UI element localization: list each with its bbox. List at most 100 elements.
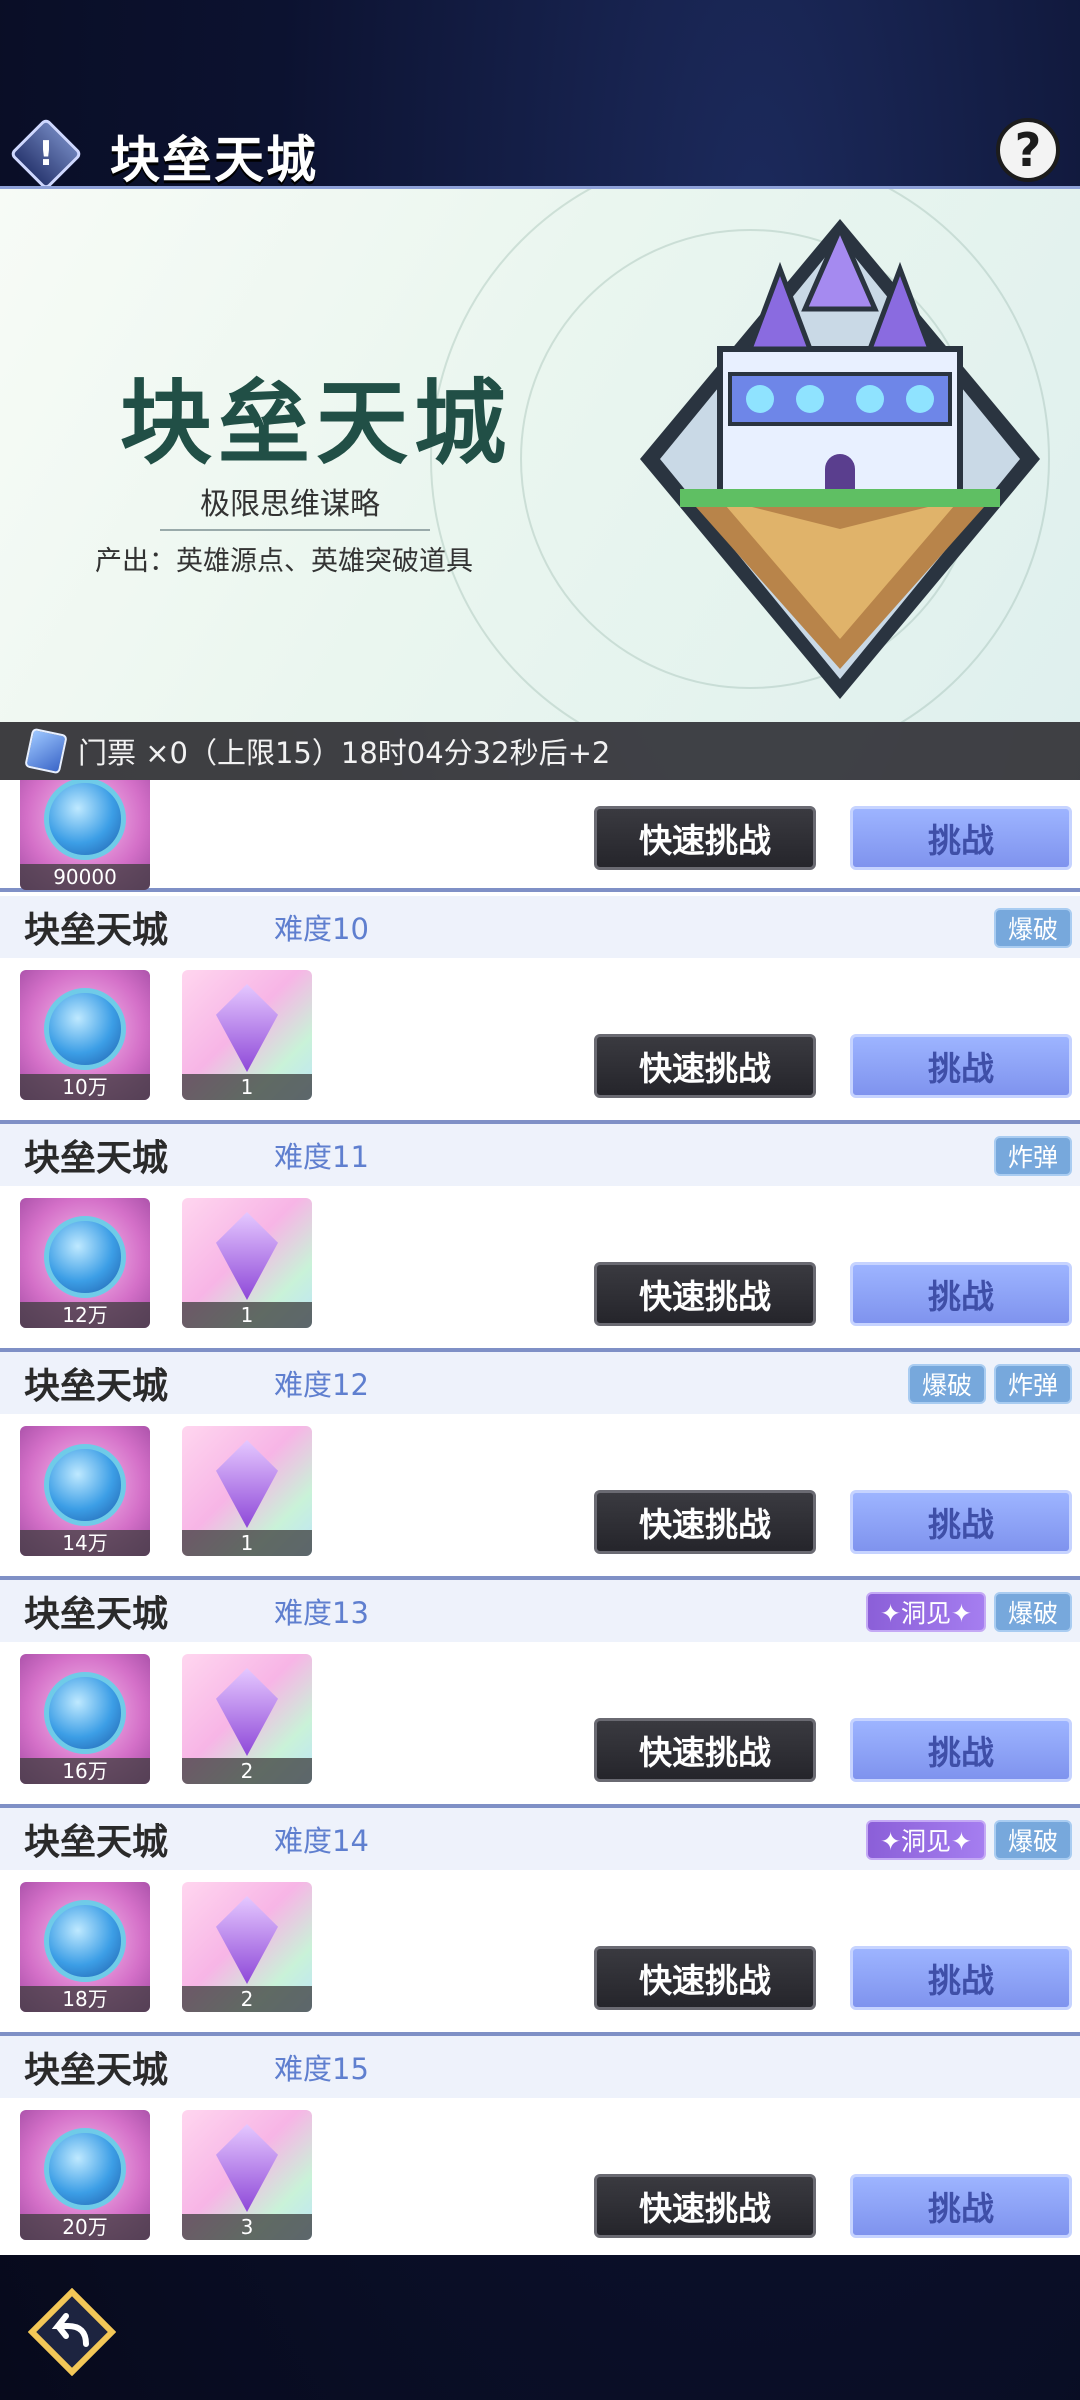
challenge-button[interactable]: 挑战 (850, 806, 1072, 870)
row-body: 20万 3 快速挑战 挑战 (0, 2098, 1080, 2255)
row-header: 块垒天城 难度14 ✦洞见✦ 爆破 (0, 1808, 1080, 1870)
divider (160, 529, 430, 531)
banner-subtitle: 极限思维谋略 (200, 487, 380, 522)
banner-title: 块垒天城 (120, 370, 513, 477)
insight-tag[interactable]: ✦洞见✦ (866, 1820, 986, 1860)
reward-hero-origin[interactable]: 90000 (20, 780, 150, 890)
row-difficulty: 难度12 (274, 1368, 369, 1402)
row-body: 16万 2 快速挑战 挑战 (0, 1642, 1080, 1804)
reward-count: 1 (182, 1074, 312, 1100)
difficulty-row: 块垒天城 难度13 ✦洞见✦ 爆破 16万 2 快速挑战 挑战 (0, 1580, 1080, 1808)
back-icon[interactable] (28, 2288, 116, 2376)
tag-group: ✦洞见✦ 爆破 (866, 1820, 1072, 1860)
row-body: 10万 1 快速挑战 挑战 (0, 958, 1080, 1120)
reward-count: 3 (182, 2214, 312, 2240)
quick-challenge-button[interactable]: 快速挑战 (594, 1034, 816, 1098)
reward-amount: 14万 (20, 1530, 150, 1556)
quick-challenge-button[interactable]: 快速挑战 (594, 1490, 816, 1554)
difficulty-list[interactable]: 90000 快速挑战 挑战 块垒天城 难度10 爆破 10万 1 快速挑战 挑战… (0, 780, 1080, 2255)
page-title: 块垒天城 (110, 131, 318, 189)
quick-challenge-button[interactable]: 快速挑战 (594, 1262, 816, 1326)
quick-challenge-button[interactable]: 快速挑战 (594, 1718, 816, 1782)
difficulty-row: 块垒天城 难度14 ✦洞见✦ 爆破 18万 2 快速挑战 挑战 (0, 1808, 1080, 2036)
tag-group: ✦洞见✦ 爆破 (866, 1592, 1072, 1632)
reward-hero-origin[interactable]: 20万 (20, 2110, 150, 2240)
tag-group: 爆破 炸弹 (907, 1364, 1072, 1404)
helmet-gem-icon (44, 2128, 126, 2210)
crystal-icon (216, 2124, 278, 2212)
helmet-gem-icon (44, 1444, 126, 1526)
challenge-button[interactable]: 挑战 (850, 1262, 1072, 1326)
challenge-button[interactable]: 挑战 (850, 2174, 1072, 2238)
row-name: 块垒天城 (24, 910, 169, 951)
reward-breakthrough-item[interactable]: 2 (182, 1882, 312, 2012)
reward-breakthrough-item[interactable]: 1 (182, 970, 312, 1100)
helmet-gem-icon (44, 988, 126, 1070)
reward-hero-origin[interactable]: 18万 (20, 1882, 150, 2012)
helmet-gem-icon (44, 1672, 126, 1754)
reward-amount: 18万 (20, 1986, 150, 2012)
row-header: 块垒天城 难度15 (0, 2036, 1080, 2098)
helmet-gem-icon (44, 1216, 126, 1298)
reward-hero-origin[interactable]: 16万 (20, 1654, 150, 1784)
helmet-gem-icon (44, 1900, 126, 1982)
crystal-icon (216, 1212, 278, 1300)
info-icon[interactable]: ! (9, 117, 83, 191)
reward-count: 2 (182, 1758, 312, 1784)
help-icon[interactable]: ? (996, 118, 1060, 182)
reward-breakthrough-item[interactable]: 2 (182, 1654, 312, 1784)
reward-amount: 90000 (20, 864, 150, 890)
reward-amount: 16万 (20, 1758, 150, 1784)
ticket-bar: 门票 ×0（上限15）18时04分32秒后+2 (0, 722, 1080, 780)
mechanic-tag[interactable]: 爆破 (993, 1592, 1072, 1632)
crystal-icon (216, 1896, 278, 1984)
row-header: 块垒天城 难度10 爆破 (0, 896, 1080, 958)
row-difficulty: 难度14 (274, 1824, 369, 1858)
challenge-button[interactable]: 挑战 (850, 1718, 1072, 1782)
challenge-button[interactable]: 挑战 (850, 1946, 1072, 2010)
tag-group: 爆破 (993, 908, 1072, 948)
row-name: 块垒天城 (24, 1594, 169, 1635)
difficulty-row: 块垒天城 难度11 炸弹 12万 1 快速挑战 挑战 (0, 1124, 1080, 1352)
mechanic-tag[interactable]: 爆破 (993, 1820, 1072, 1860)
reward-breakthrough-item[interactable]: 1 (182, 1426, 312, 1556)
row-name: 块垒天城 (24, 1822, 169, 1863)
row-name: 块垒天城 (24, 1366, 169, 1407)
mechanic-tag[interactable]: 爆破 (993, 908, 1072, 948)
row-difficulty: 难度13 (274, 1596, 369, 1630)
reward-breakthrough-item[interactable]: 1 (182, 1198, 312, 1328)
mechanic-tag[interactable]: 炸弹 (993, 1364, 1072, 1404)
crystal-icon (216, 1668, 278, 1756)
banner-output: 产出：英雄源点、英雄突破道具 (95, 546, 473, 577)
challenge-button[interactable]: 挑战 (850, 1490, 1072, 1554)
reward-amount: 20万 (20, 2214, 150, 2240)
row-difficulty: 难度11 (274, 1140, 369, 1174)
row-difficulty: 难度15 (274, 2052, 369, 2086)
mode-banner: 块垒天城 极限思维谋略 产出：英雄源点、英雄突破道具 (0, 186, 1080, 722)
reward-count: 1 (182, 1530, 312, 1556)
list-item: 90000 快速挑战 挑战 (0, 780, 1080, 892)
reward-count: 1 (182, 1302, 312, 1328)
crystal-icon (216, 1440, 278, 1528)
reward-breakthrough-item[interactable]: 3 (182, 2110, 312, 2240)
difficulty-row: 块垒天城 难度15 20万 3 快速挑战 挑战 (0, 2036, 1080, 2255)
reward-hero-origin[interactable]: 10万 (20, 970, 150, 1100)
mechanic-tag[interactable]: 炸弹 (993, 1136, 1072, 1176)
row-name: 块垒天城 (24, 2050, 169, 2091)
mechanic-tag[interactable]: 爆破 (907, 1364, 986, 1404)
top-bar: ! 块垒天城 ? (0, 0, 1080, 191)
reward-amount: 10万 (20, 1074, 150, 1100)
reward-hero-origin[interactable]: 14万 (20, 1426, 150, 1556)
reward-hero-origin[interactable]: 12万 (20, 1198, 150, 1328)
quick-challenge-button[interactable]: 快速挑战 (594, 806, 816, 870)
challenge-button[interactable]: 挑战 (850, 1034, 1072, 1098)
insight-tag[interactable]: ✦洞见✦ (866, 1592, 986, 1632)
row-header: 块垒天城 难度11 炸弹 (0, 1124, 1080, 1186)
ticket-icon (24, 727, 68, 775)
row-body: 12万 1 快速挑战 挑战 (0, 1186, 1080, 1348)
difficulty-row: 块垒天城 难度12 爆破 炸弹 14万 1 快速挑战 挑战 (0, 1352, 1080, 1580)
quick-challenge-button[interactable]: 快速挑战 (594, 1946, 816, 2010)
row-difficulty: 难度10 (274, 912, 369, 946)
quick-challenge-button[interactable]: 快速挑战 (594, 2174, 816, 2238)
row-body: 14万 1 快速挑战 挑战 (0, 1414, 1080, 1576)
